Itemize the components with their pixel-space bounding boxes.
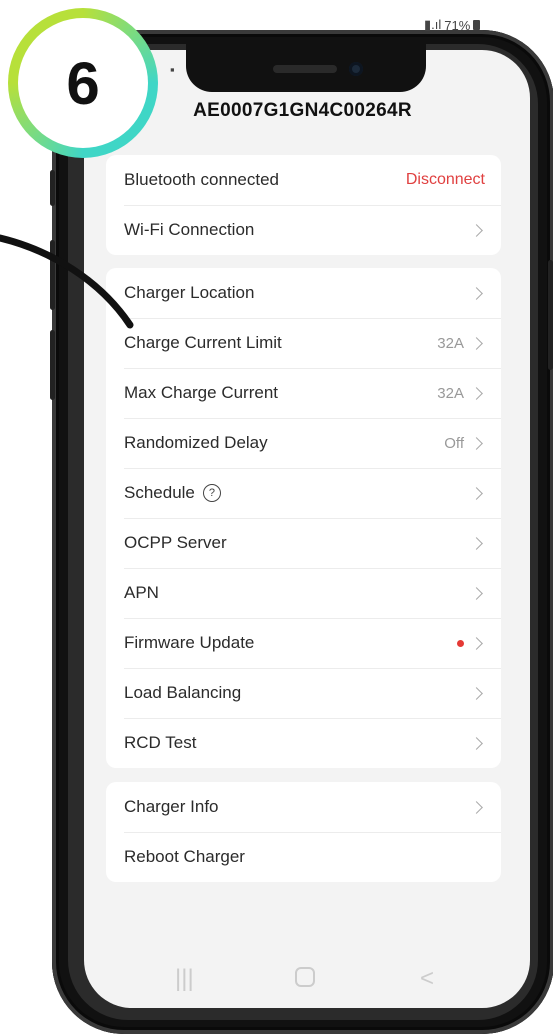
annotation-arrow-curve [0,234,134,329]
settings-row-right [470,668,485,718]
settings-row-right [470,268,485,318]
chevron-right-icon [470,286,483,300]
settings-row-label: APN [124,583,159,602]
bluetooth-row: Bluetooth connected Disconnect [106,155,501,205]
settings-row-right: 32A [437,318,485,368]
reboot-charger-label: Reboot Charger [124,847,245,866]
settings-row-apn[interactable]: APN [106,568,501,618]
settings-row-rcd-test[interactable]: RCD Test [106,718,501,768]
settings-row-value: Off [444,434,464,452]
settings-card: Charger Location Charge Current Limit 32… [106,268,501,768]
recent-apps-icon[interactable]: ||| [175,965,194,993]
status-bar-right: ▮.ıl 71% [424,0,537,50]
settings-row-value: 32A [437,334,464,352]
chevron-right-icon [470,736,483,750]
bluetooth-status-label: Bluetooth connected [124,170,280,189]
charger-info-label: Charger Info [124,797,219,816]
settings-row-label: RCD Test [124,733,197,752]
side-button-right [548,260,553,370]
settings-row-right [470,468,485,518]
settings-row-label: Schedule [124,483,195,502]
settings-row-right [470,568,485,618]
settings-row-right: Off [444,418,485,468]
chevron-right-icon [470,636,483,650]
chevron-right-icon [470,486,483,500]
step-number: 6 [18,18,148,148]
settings-row-firmware-update[interactable]: Firmware Update [106,618,501,668]
step-badge: 6 [8,8,158,158]
chevron-right-icon [470,386,483,400]
status-notification-icon: ▪ [170,62,175,77]
settings-row-right [470,718,485,768]
settings-row-label: Firmware Update [124,633,255,652]
signal-icon: ▮.ıl [424,17,442,32]
chevron-right-icon [470,536,483,550]
connection-card: Bluetooth connected Disconnect Wi-Fi Con… [106,155,501,255]
home-icon[interactable] [293,965,317,996]
settings-row-label: Load Balancing [124,683,242,702]
speaker [273,65,337,73]
settings-row-label: Randomized Delay [124,433,268,452]
bluetooth-row-right: Disconnect [406,155,485,205]
disconnect-button[interactable]: Disconnect [406,171,485,189]
settings-row-load-balancing[interactable]: Load Balancing [106,668,501,718]
info-card: Charger Info Reboot Charger [106,782,501,882]
settings-row-charge-current-limit[interactable]: Charge Current Limit 32A [106,318,501,368]
settings-row-max-charge-current[interactable]: Max Charge Current 32A [106,368,501,418]
back-icon[interactable]: < [420,965,434,993]
chevron-right-icon [470,336,483,350]
chevron-right-icon [470,800,483,814]
settings-row-label: Charge Current Limit [124,333,282,352]
battery-icon [473,20,481,30]
settings-row-label: Charger Location [124,283,255,302]
chevron-right-icon [470,686,483,700]
settings-row-ocpp-server[interactable]: OCPP Server [106,518,501,568]
wifi-connection-row[interactable]: Wi-Fi Connection [106,205,501,255]
charger-info-right [470,782,485,832]
wifi-connection-label: Wi-Fi Connection [124,220,255,239]
settings-row-schedule[interactable]: Schedule ? [106,468,501,518]
settings-row-value: 32A [437,384,464,402]
chevron-right-icon [470,436,483,450]
help-icon[interactable]: ? [202,484,221,502]
update-available-dot [457,639,464,647]
chevron-right-icon [470,223,483,237]
settings-row-charger-location[interactable]: Charger Location [106,268,501,318]
reboot-charger-row[interactable]: Reboot Charger [106,832,501,882]
settings-row-randomized-delay[interactable]: Randomized Delay Off [106,418,501,468]
settings-row-label: OCPP Server [124,533,227,552]
wifi-row-right [470,205,485,255]
settings-row-right: 32A [437,368,485,418]
settings-row-right [457,618,485,668]
settings-row-label: Max Charge Current [124,383,279,402]
charger-info-row[interactable]: Charger Info [106,782,501,832]
battery-percentage: 71% [444,17,471,33]
chevron-right-icon [470,586,483,600]
camera [349,62,363,76]
settings-row-right [470,518,485,568]
side-button-left-3 [50,330,55,400]
